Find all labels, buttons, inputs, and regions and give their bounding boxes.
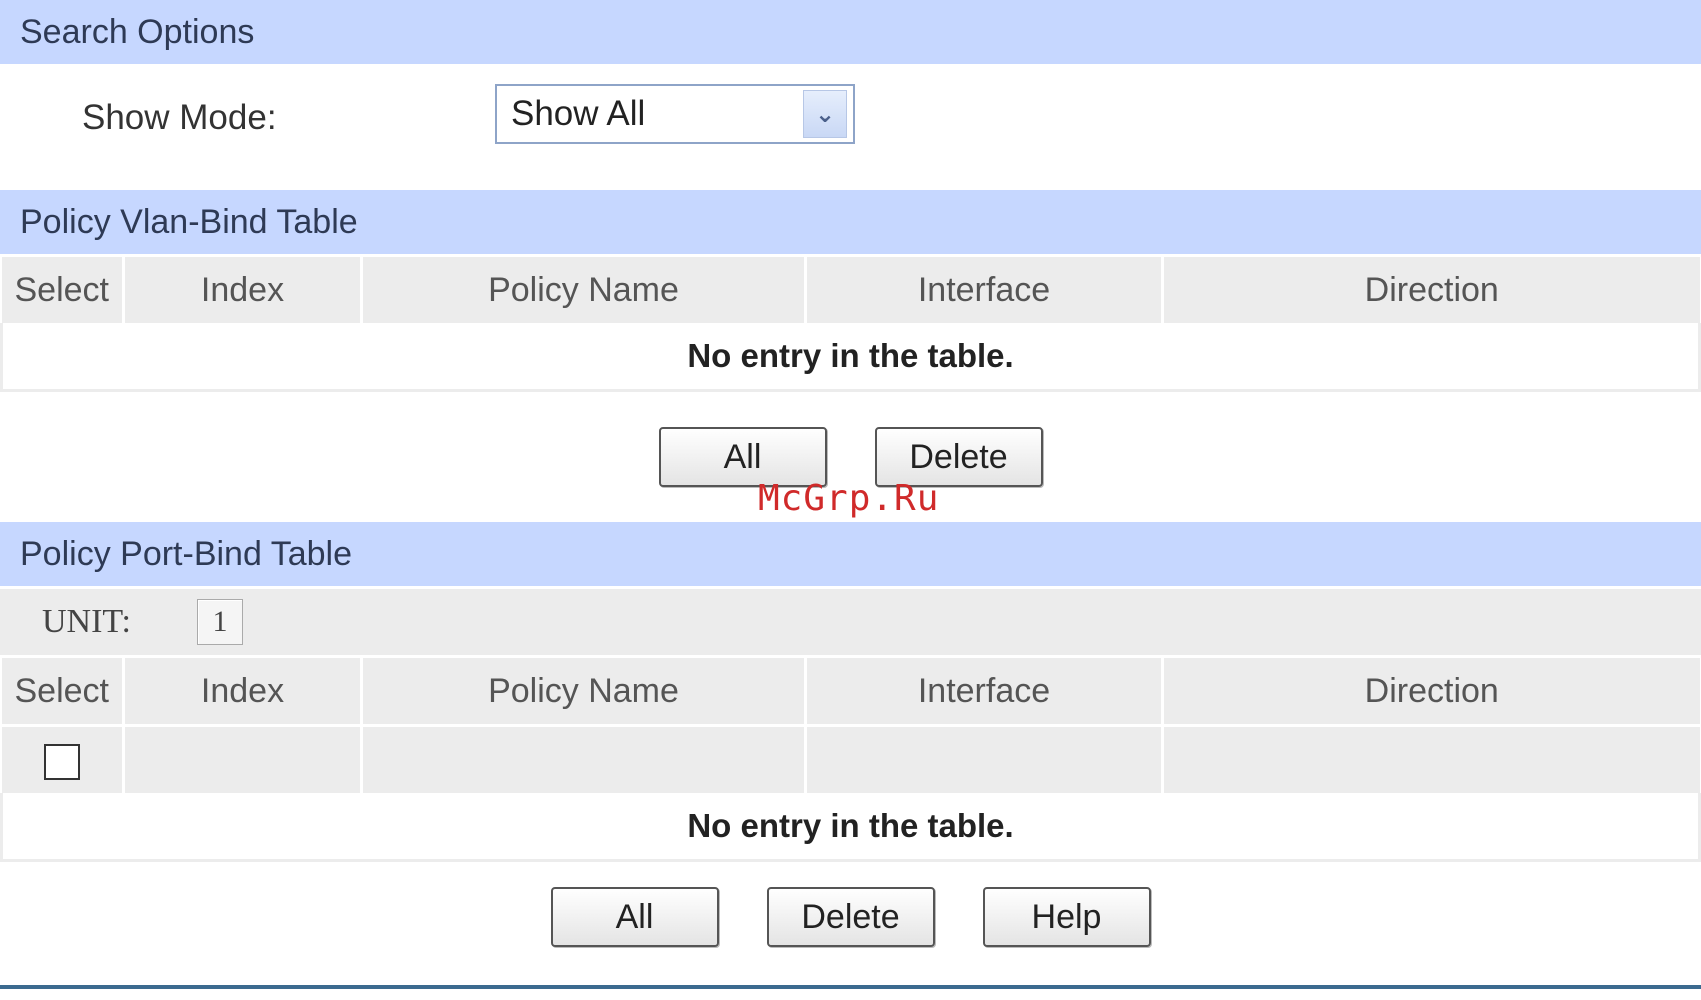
column-header-interface: Interface [804, 655, 1163, 726]
index-filter-cell [122, 724, 362, 793]
watermark: McGrp.Ru [758, 478, 940, 519]
port-table-select-row [1, 724, 1700, 793]
port-table-header: Policy Port-Bind Table [0, 522, 1701, 586]
port-empty-message: No entry in the table. [0, 793, 1701, 862]
vlan-bind-table: Select Index Policy Name Interface Direc… [0, 254, 1701, 392]
port-table-title: Policy Port-Bind Table [20, 534, 352, 573]
select-all-checkbox[interactable] [43, 743, 80, 780]
show-mode-label: Show Mode: [82, 98, 277, 137]
vlan-table-header: Policy Vlan-Bind Table [0, 190, 1701, 254]
unit-row: UNIT: 1 [0, 586, 1701, 655]
column-header-select: Select [1, 655, 124, 726]
search-options-title: Search Options [20, 12, 255, 51]
port-table-header-row: Select Index Policy Name Interface Direc… [1, 655, 1700, 726]
vlan-table-header-row: Select Index Policy Name Interface Direc… [1, 254, 1700, 323]
bottom-divider [0, 985, 1701, 989]
column-header-policy-name: Policy Name [360, 655, 806, 726]
unit-label: UNIT: [42, 603, 131, 640]
direction-filter-cell [1161, 724, 1700, 793]
column-header-policy-name: Policy Name [360, 254, 806, 323]
column-header-interface: Interface [804, 254, 1163, 323]
port-delete-button[interactable]: Delete [766, 887, 935, 947]
unit-selector[interactable]: 1 [197, 599, 243, 645]
column-header-index: Index [122, 655, 362, 726]
show-mode-select[interactable]: Show All ⌄ [495, 84, 855, 144]
vlan-table-empty-row: No entry in the table. [0, 323, 1701, 392]
policy-name-filter-cell [360, 724, 806, 793]
vlan-empty-message: No entry in the table. [0, 323, 1701, 392]
vlan-table-title: Policy Vlan-Bind Table [20, 202, 358, 241]
port-all-button[interactable]: All [550, 887, 719, 947]
port-help-button[interactable]: Help [982, 887, 1151, 947]
port-button-row: All Delete Help [0, 862, 1701, 972]
interface-filter-cell [804, 724, 1163, 793]
show-mode-row: Show Mode: Show All ⌄ [0, 64, 1701, 190]
column-header-direction: Direction [1161, 254, 1700, 323]
port-bind-table: Select Index Policy Name Interface Direc… [0, 655, 1701, 862]
column-header-direction: Direction [1161, 655, 1700, 726]
port-table-empty-row: No entry in the table. [0, 793, 1701, 862]
chevron-down-icon[interactable]: ⌄ [803, 90, 847, 138]
column-header-select: Select [1, 254, 124, 323]
show-mode-selected-value: Show All [511, 94, 646, 133]
column-header-index: Index [122, 254, 362, 323]
select-all-cell [1, 724, 124, 793]
search-options-header: Search Options [0, 0, 1701, 64]
